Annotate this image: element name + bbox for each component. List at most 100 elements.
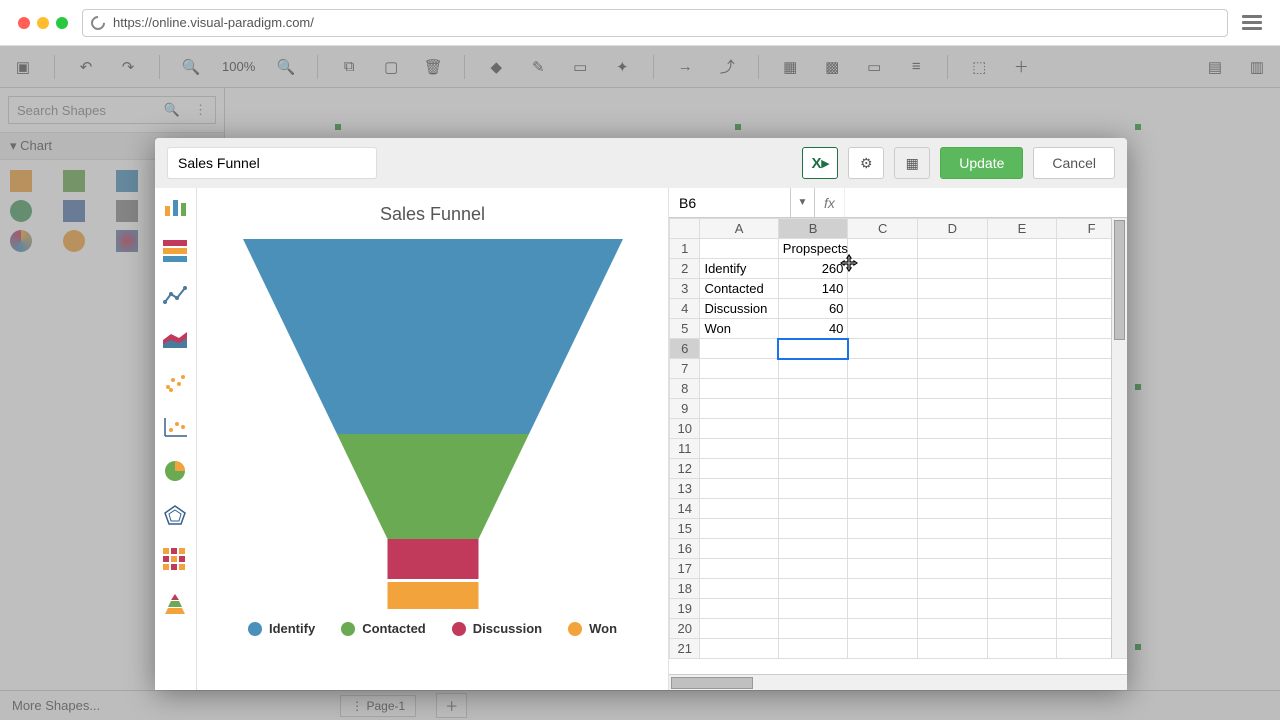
cell[interactable] <box>778 379 848 399</box>
copy-icon[interactable]: ⧉ <box>338 56 360 78</box>
row-header[interactable]: 2 <box>670 259 700 279</box>
cell[interactable] <box>987 499 1057 519</box>
cell[interactable] <box>778 519 848 539</box>
save-icon[interactable]: ▣ <box>12 56 34 78</box>
cell[interactable] <box>700 459 778 479</box>
cell[interactable] <box>778 599 848 619</box>
cell-reference[interactable]: B6 <box>669 188 791 217</box>
style-icon[interactable]: ✦ <box>611 56 633 78</box>
import-excel-button[interactable]: X▸ <box>802 147 838 179</box>
cell[interactable]: 260 <box>778 259 848 279</box>
cell[interactable] <box>778 559 848 579</box>
cell[interactable]: Won <box>700 319 778 339</box>
more-icon[interactable]: ⋮ <box>194 102 207 118</box>
rect-icon[interactable]: ▭ <box>569 56 591 78</box>
cell[interactable] <box>700 379 778 399</box>
stroke-icon[interactable]: ✎ <box>527 56 549 78</box>
search-shapes-input[interactable]: Search Shapes 🔍 ⋮ <box>8 96 216 124</box>
row-header[interactable]: 14 <box>670 499 700 519</box>
panel-icon-2[interactable]: ▥ <box>1246 56 1268 78</box>
cell[interactable] <box>918 299 988 319</box>
fill-icon[interactable]: ◆ <box>485 56 507 78</box>
cell[interactable] <box>778 359 848 379</box>
cell[interactable] <box>778 459 848 479</box>
row-header[interactable]: 1 <box>670 239 700 259</box>
cell[interactable] <box>848 299 918 319</box>
cell[interactable] <box>848 359 918 379</box>
area-chart-icon[interactable] <box>163 328 189 350</box>
cell[interactable] <box>918 559 988 579</box>
cell[interactable] <box>918 379 988 399</box>
heatmap-icon[interactable] <box>163 548 189 570</box>
cell[interactable] <box>700 499 778 519</box>
chart-title-input[interactable] <box>167 147 377 179</box>
cell[interactable] <box>987 519 1057 539</box>
select-all-corner[interactable] <box>670 219 700 239</box>
more-shapes-link[interactable]: More Shapes... <box>12 698 100 713</box>
cell[interactable] <box>987 379 1057 399</box>
cell-ref-dropdown[interactable]: ▼ <box>791 188 815 217</box>
cell[interactable] <box>848 499 918 519</box>
cell[interactable] <box>848 459 918 479</box>
redo-icon[interactable]: ↷ <box>117 56 139 78</box>
cell[interactable]: Discussion <box>700 299 778 319</box>
cell[interactable] <box>778 419 848 439</box>
scatter-icon[interactable] <box>163 372 189 394</box>
cell[interactable] <box>918 319 988 339</box>
cell[interactable] <box>848 639 918 659</box>
menu-icon[interactable] <box>1242 15 1262 30</box>
cell[interactable] <box>918 479 988 499</box>
cell[interactable]: Identify <box>700 259 778 279</box>
cell[interactable] <box>987 319 1057 339</box>
cell[interactable] <box>918 339 988 359</box>
arrow-icon[interactable]: → <box>674 56 696 78</box>
stacked-bar-icon[interactable] <box>163 240 189 262</box>
cell[interactable] <box>700 619 778 639</box>
cell[interactable] <box>778 399 848 419</box>
cell[interactable] <box>700 419 778 439</box>
cell[interactable] <box>700 559 778 579</box>
back-icon[interactable]: ▩ <box>821 56 843 78</box>
cell[interactable] <box>848 539 918 559</box>
row-header[interactable]: 5 <box>670 319 700 339</box>
cell[interactable] <box>848 579 918 599</box>
column-header[interactable]: D <box>918 219 988 239</box>
panel-icon-1[interactable]: ▤ <box>1204 56 1226 78</box>
cell[interactable] <box>848 239 918 259</box>
pyramid-icon[interactable] <box>163 592 189 614</box>
chart-type-list[interactable] <box>155 188 197 690</box>
row-header[interactable]: 19 <box>670 599 700 619</box>
cell[interactable] <box>778 619 848 639</box>
zoom-out-icon[interactable]: 🔍 <box>180 56 202 78</box>
cell[interactable] <box>918 579 988 599</box>
cell[interactable] <box>848 339 918 359</box>
cell[interactable] <box>987 559 1057 579</box>
cell[interactable]: 40 <box>778 319 848 339</box>
cell[interactable] <box>700 239 778 259</box>
update-button[interactable]: Update <box>940 147 1023 179</box>
column-header[interactable]: A <box>700 219 778 239</box>
cell[interactable] <box>987 599 1057 619</box>
horizontal-scrollbar[interactable] <box>669 674 1127 690</box>
cell[interactable] <box>778 639 848 659</box>
formula-input[interactable] <box>845 188 1127 217</box>
row-header[interactable]: 8 <box>670 379 700 399</box>
cell[interactable] <box>848 319 918 339</box>
cell[interactable] <box>987 359 1057 379</box>
cell[interactable] <box>918 639 988 659</box>
front-icon[interactable]: ▦ <box>779 56 801 78</box>
line-chart-icon[interactable] <box>163 284 189 306</box>
row-header[interactable]: 13 <box>670 479 700 499</box>
cell[interactable] <box>848 399 918 419</box>
cell[interactable] <box>918 519 988 539</box>
cell[interactable] <box>918 539 988 559</box>
add-icon[interactable]: ＋ <box>1010 56 1032 78</box>
bar-chart-icon[interactable] <box>163 196 189 218</box>
cell[interactable] <box>848 619 918 639</box>
pie-icon[interactable] <box>163 460 189 482</box>
cell[interactable] <box>987 579 1057 599</box>
connector-icon[interactable]: ⤴ <box>716 56 738 78</box>
cell[interactable] <box>848 279 918 299</box>
cell[interactable] <box>918 619 988 639</box>
column-header[interactable]: E <box>987 219 1057 239</box>
